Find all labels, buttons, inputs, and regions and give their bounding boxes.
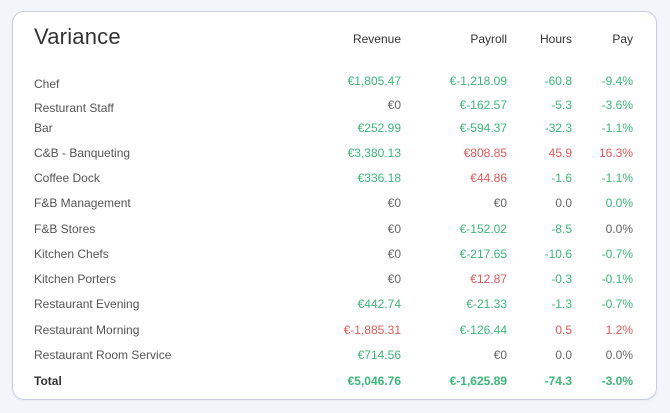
cell-pay: 0.0% [605,196,633,210]
total-label: Total [34,374,62,388]
table-row: Restaurant Room Service €714.56 €0 0.0 0.0% [13,348,656,366]
cell-pay: -1.1% [601,171,633,185]
row-name: Restaurant Morning [34,323,140,337]
cell-pay: -1.1% [601,121,633,135]
table-row: Restaurant Morning €-1,885.31 €-126.44 0.5 1… [13,323,656,341]
table-row: F&B Management €0 €0 0.0 0.0% [13,196,656,214]
cell-pay: 0.0% [605,348,633,362]
cell-pay: -0.7% [601,247,633,261]
table-row: Bar €252.99 €-594.37 -32.3 -1.1% [13,121,656,139]
row-name: Resturant Staff [34,101,114,115]
variance-card: Variance Revenue Payroll Hours Pay Chef €… [12,11,657,400]
row-name: F&B Stores [34,222,96,236]
cell-pay: 0.0% [605,222,633,236]
row-name: Kitchen Porters [34,272,117,286]
table-row: Resturant Staff €0 €-162.57 -5.3 -3.6% [13,98,656,116]
card-title: Variance [34,24,121,49]
row-name: Coffee Dock [34,171,100,185]
table-row: Coffee Dock €336.18 €44.86 -1.6 -1.1% [13,171,656,189]
row-name: Kitchen Chefs [34,247,109,261]
cell-revenue: €336.18 [357,171,401,185]
cell-pay: -9.4% [601,74,633,88]
table-row: F&B Stores €0 €-152.02 -8.5 0.0% [13,222,656,240]
cell-pay: 16.3% [598,146,633,160]
cell-revenue: €1,805.47 [347,74,401,88]
row-name: C&B - Banqueting [34,146,131,160]
table-row: Chef €1,805.47 €-1,218.09 -60.8 -9.4% [13,74,656,92]
cell-revenue: €-1,885.31 [343,323,401,337]
table-row: Kitchen Chefs €0 €-217.65 -10.6 -0.7% [13,247,656,265]
cell-pay: 1.2% [605,323,633,337]
cell-revenue: €252.99 [357,121,401,135]
cell-pay: -0.1% [601,272,633,286]
row-name: Restaurant Room Service [34,348,172,362]
cell-revenue: €0 [387,272,401,286]
column-header-revenue: Revenue [352,32,401,46]
column-header-pay: Pay [612,32,633,46]
total-row: Total €5,046.76 €-1,625.89 -74.3 -3.0% [13,374,656,392]
cell-revenue: €3,380.13 [347,146,401,160]
cell-revenue: €714.56 [357,348,401,362]
cell-pay: -0.7% [601,297,633,311]
cell-revenue: €0 [387,222,401,236]
cell-pay: -3.6% [601,98,633,112]
row-name: Bar [34,121,53,135]
row-name: Chef [34,77,60,91]
cell-revenue: €0 [387,196,401,210]
cell-revenue: €5,046.76 [347,374,401,388]
cell-pay: -3.0% [601,374,633,388]
cell-revenue: €442.74 [357,297,401,311]
table-row: Kitchen Porters €0 €12.87 -0.3 -0.1% [13,272,656,290]
row-name: F&B Management [34,196,131,210]
cell-revenue: €0 [387,247,401,261]
row-name: Restaurant Evening [34,297,140,311]
table-row: Restaurant Evening €442.74 €-21.33 -1.3 -0.7… [13,297,656,315]
table-row: C&B - Banqueting €3,380.13 €808.85 45.9 16.3… [13,146,656,164]
cell-revenue: €0 [387,98,401,112]
